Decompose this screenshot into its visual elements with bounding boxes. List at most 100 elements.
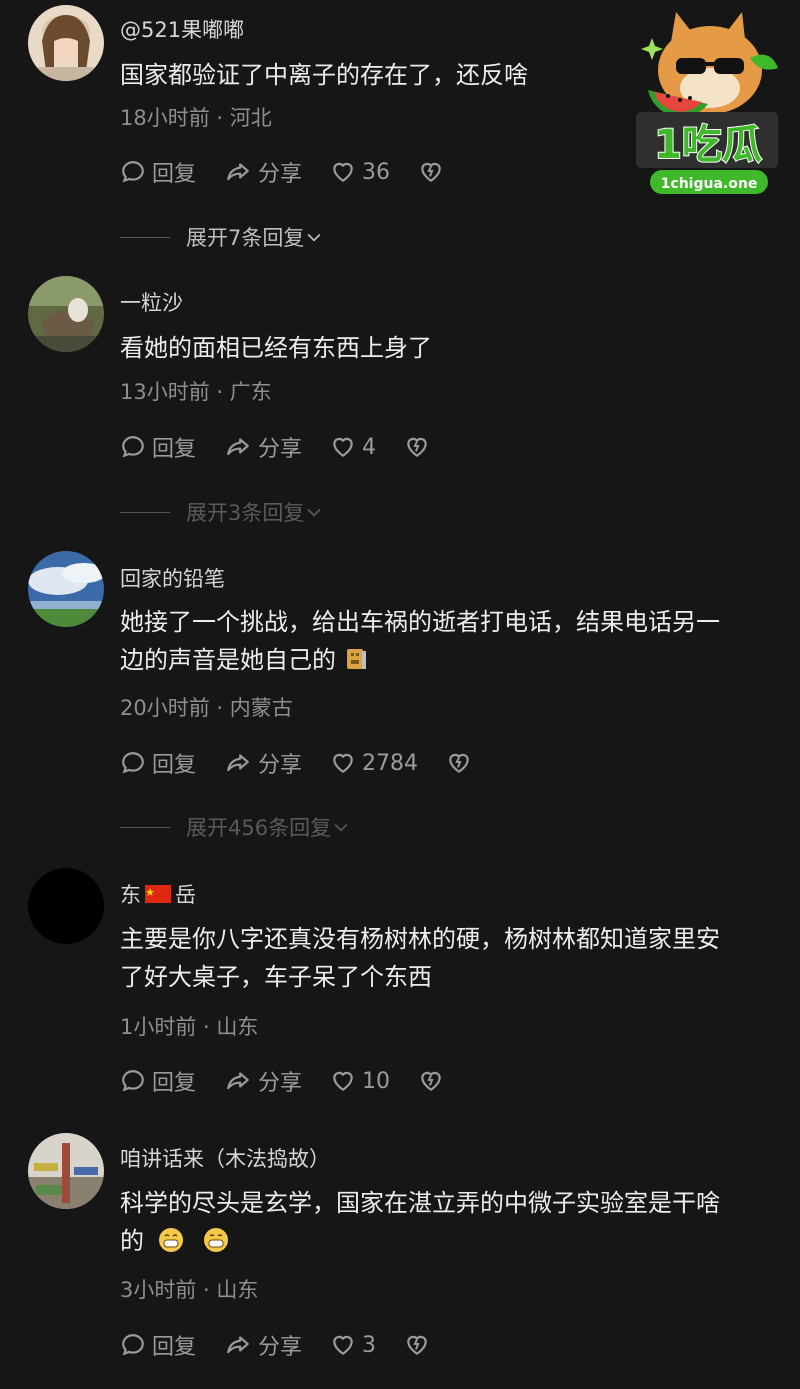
comment-text: 科学的尽头是玄学，国家在湛立弄的中微子实验室是干啥 的 bbox=[120, 1184, 775, 1260]
like-button[interactable]: 36 bbox=[330, 159, 390, 185]
dislike-button[interactable] bbox=[418, 1068, 450, 1094]
share-icon bbox=[224, 750, 252, 776]
share-icon bbox=[224, 159, 252, 185]
dislike-button[interactable] bbox=[404, 1332, 436, 1358]
share-button[interactable]: 分享 bbox=[224, 156, 302, 188]
broken-heart-icon bbox=[418, 1068, 444, 1094]
heart-icon bbox=[330, 1332, 356, 1358]
share-label: 分享 bbox=[258, 1335, 303, 1360]
heart-icon bbox=[330, 434, 356, 460]
expand-replies-label: 展开3条回复 bbox=[186, 501, 305, 525]
like-count: 36 bbox=[362, 159, 391, 185]
expand-replies-label: 展开7条回复 bbox=[186, 226, 305, 250]
reply-button[interactable]: 回复 bbox=[120, 431, 196, 463]
like-button[interactable]: 3 bbox=[330, 1332, 376, 1358]
comment-text: 看她的面相已经有东西上身了 bbox=[120, 334, 432, 362]
share-button[interactable]: 分享 bbox=[224, 747, 302, 779]
reply-button[interactable]: 回复 bbox=[120, 1065, 196, 1097]
like-button[interactable]: 10 bbox=[330, 1068, 390, 1094]
reply-icon bbox=[120, 750, 146, 776]
share-label: 分享 bbox=[258, 162, 303, 187]
username[interactable]: @521果嘟嘟 bbox=[120, 14, 244, 44]
username[interactable]: 咱讲话来（木法捣故） bbox=[120, 1143, 330, 1173]
heart-icon bbox=[330, 159, 356, 185]
reply-icon bbox=[120, 159, 146, 185]
broken-heart-icon bbox=[446, 750, 472, 776]
comment-text: 她接了一个挑战，给出车祸的逝者打电话，结果电话另一 边的声音是她自己的 bbox=[120, 603, 775, 679]
grin-emoji-icon bbox=[158, 1228, 183, 1252]
reply-button[interactable]: 回复 bbox=[120, 1329, 196, 1361]
reply-label: 回复 bbox=[152, 437, 197, 462]
divider bbox=[120, 511, 170, 513]
share-button[interactable]: 分享 bbox=[224, 1329, 302, 1361]
comment-text-line: 边的声音是她自己的 bbox=[120, 641, 775, 679]
like-count: 10 bbox=[362, 1068, 391, 1094]
like-count: 3 bbox=[362, 1332, 377, 1358]
username-part: 东 bbox=[120, 883, 141, 907]
comment-meta: 3小时前 · 山东 bbox=[120, 1278, 259, 1302]
dislike-button[interactable] bbox=[418, 159, 450, 185]
watermark-brand: 1吃瓜 bbox=[654, 122, 762, 168]
reply-label: 回复 bbox=[152, 1335, 197, 1360]
watermark-logo: 1吃瓜 1chigua.one bbox=[628, 8, 788, 198]
dislike-button[interactable] bbox=[404, 434, 436, 460]
reply-icon bbox=[120, 1068, 146, 1094]
share-icon bbox=[224, 434, 252, 460]
like-button[interactable]: 4 bbox=[330, 434, 376, 460]
comment-meta: 18小时前 · 河北 bbox=[120, 106, 272, 130]
share-label: 分享 bbox=[258, 753, 303, 778]
like-count: 2784 bbox=[362, 750, 419, 776]
share-button[interactable]: 分享 bbox=[224, 1065, 302, 1097]
broken-heart-icon bbox=[404, 1332, 430, 1358]
avatar[interactable] bbox=[28, 868, 104, 944]
like-count: 4 bbox=[362, 434, 377, 460]
comment-meta: 13小时前 · 广东 bbox=[120, 380, 272, 404]
share-icon bbox=[224, 1068, 252, 1094]
reply-icon bbox=[120, 434, 146, 460]
avatar[interactable] bbox=[28, 1133, 104, 1209]
comment-meta: 20小时前 · 内蒙古 bbox=[120, 696, 293, 720]
like-button[interactable]: 2784 bbox=[330, 750, 418, 776]
share-label: 分享 bbox=[258, 1071, 303, 1096]
chevron-down-icon bbox=[304, 227, 324, 247]
dog-mascot-icon: 1吃瓜 1chigua.one bbox=[636, 12, 778, 194]
username[interactable]: 东 岳 bbox=[120, 879, 196, 909]
heart-icon bbox=[330, 1068, 356, 1094]
comment-text-line: 科学的尽头是玄学，国家在湛立弄的中微子实验室是干啥 bbox=[120, 1189, 720, 1217]
reply-button[interactable]: 回复 bbox=[120, 747, 196, 779]
broken-heart-icon bbox=[418, 159, 444, 185]
reply-label: 回复 bbox=[152, 1071, 197, 1096]
comment-text-line: 了好大桌子，车子呆了个东西 bbox=[120, 963, 432, 991]
expand-replies-button[interactable]: 展开7条回复 bbox=[120, 222, 324, 252]
chevron-down-icon bbox=[331, 817, 351, 837]
dislike-button[interactable] bbox=[446, 750, 478, 776]
avatar[interactable] bbox=[28, 276, 104, 352]
expand-replies-button[interactable]: 展开456条回复 bbox=[120, 812, 351, 842]
avatar[interactable] bbox=[28, 551, 104, 627]
reply-label: 回复 bbox=[152, 162, 197, 187]
expand-replies-button[interactable]: 展开3条回复 bbox=[120, 497, 324, 527]
username[interactable]: 回家的铅笔 bbox=[120, 563, 225, 593]
divider bbox=[120, 826, 170, 828]
reply-icon bbox=[120, 1332, 146, 1358]
reply-button[interactable]: 回复 bbox=[120, 156, 196, 188]
username[interactable]: 一粒沙 bbox=[120, 287, 183, 317]
heart-icon bbox=[330, 750, 356, 776]
share-label: 分享 bbox=[258, 437, 303, 462]
share-icon bbox=[224, 1332, 252, 1358]
avatar[interactable] bbox=[28, 5, 104, 81]
statue-emoji-icon bbox=[347, 649, 366, 669]
divider bbox=[120, 236, 170, 238]
grin-emoji-icon bbox=[204, 1228, 229, 1252]
username-part: 岳 bbox=[175, 883, 196, 907]
chevron-down-icon bbox=[304, 502, 324, 522]
share-button[interactable]: 分享 bbox=[224, 431, 302, 463]
comment-text: 国家都验证了中离子的存在了，还反啥 bbox=[120, 61, 528, 89]
expand-replies-label: 展开456条回复 bbox=[186, 816, 332, 840]
reply-label: 回复 bbox=[152, 753, 197, 778]
comment-meta: 1小时前 · 山东 bbox=[120, 1015, 259, 1039]
comment-text-line: 她接了一个挑战，给出车祸的逝者打电话，结果电话另一 bbox=[120, 608, 720, 636]
comment-text-line: 主要是你八字还真没有杨树林的硬，杨树林都知道家里安 bbox=[120, 925, 720, 953]
comment-text-line: 的 bbox=[120, 1222, 775, 1260]
china-flag-icon bbox=[145, 885, 171, 903]
